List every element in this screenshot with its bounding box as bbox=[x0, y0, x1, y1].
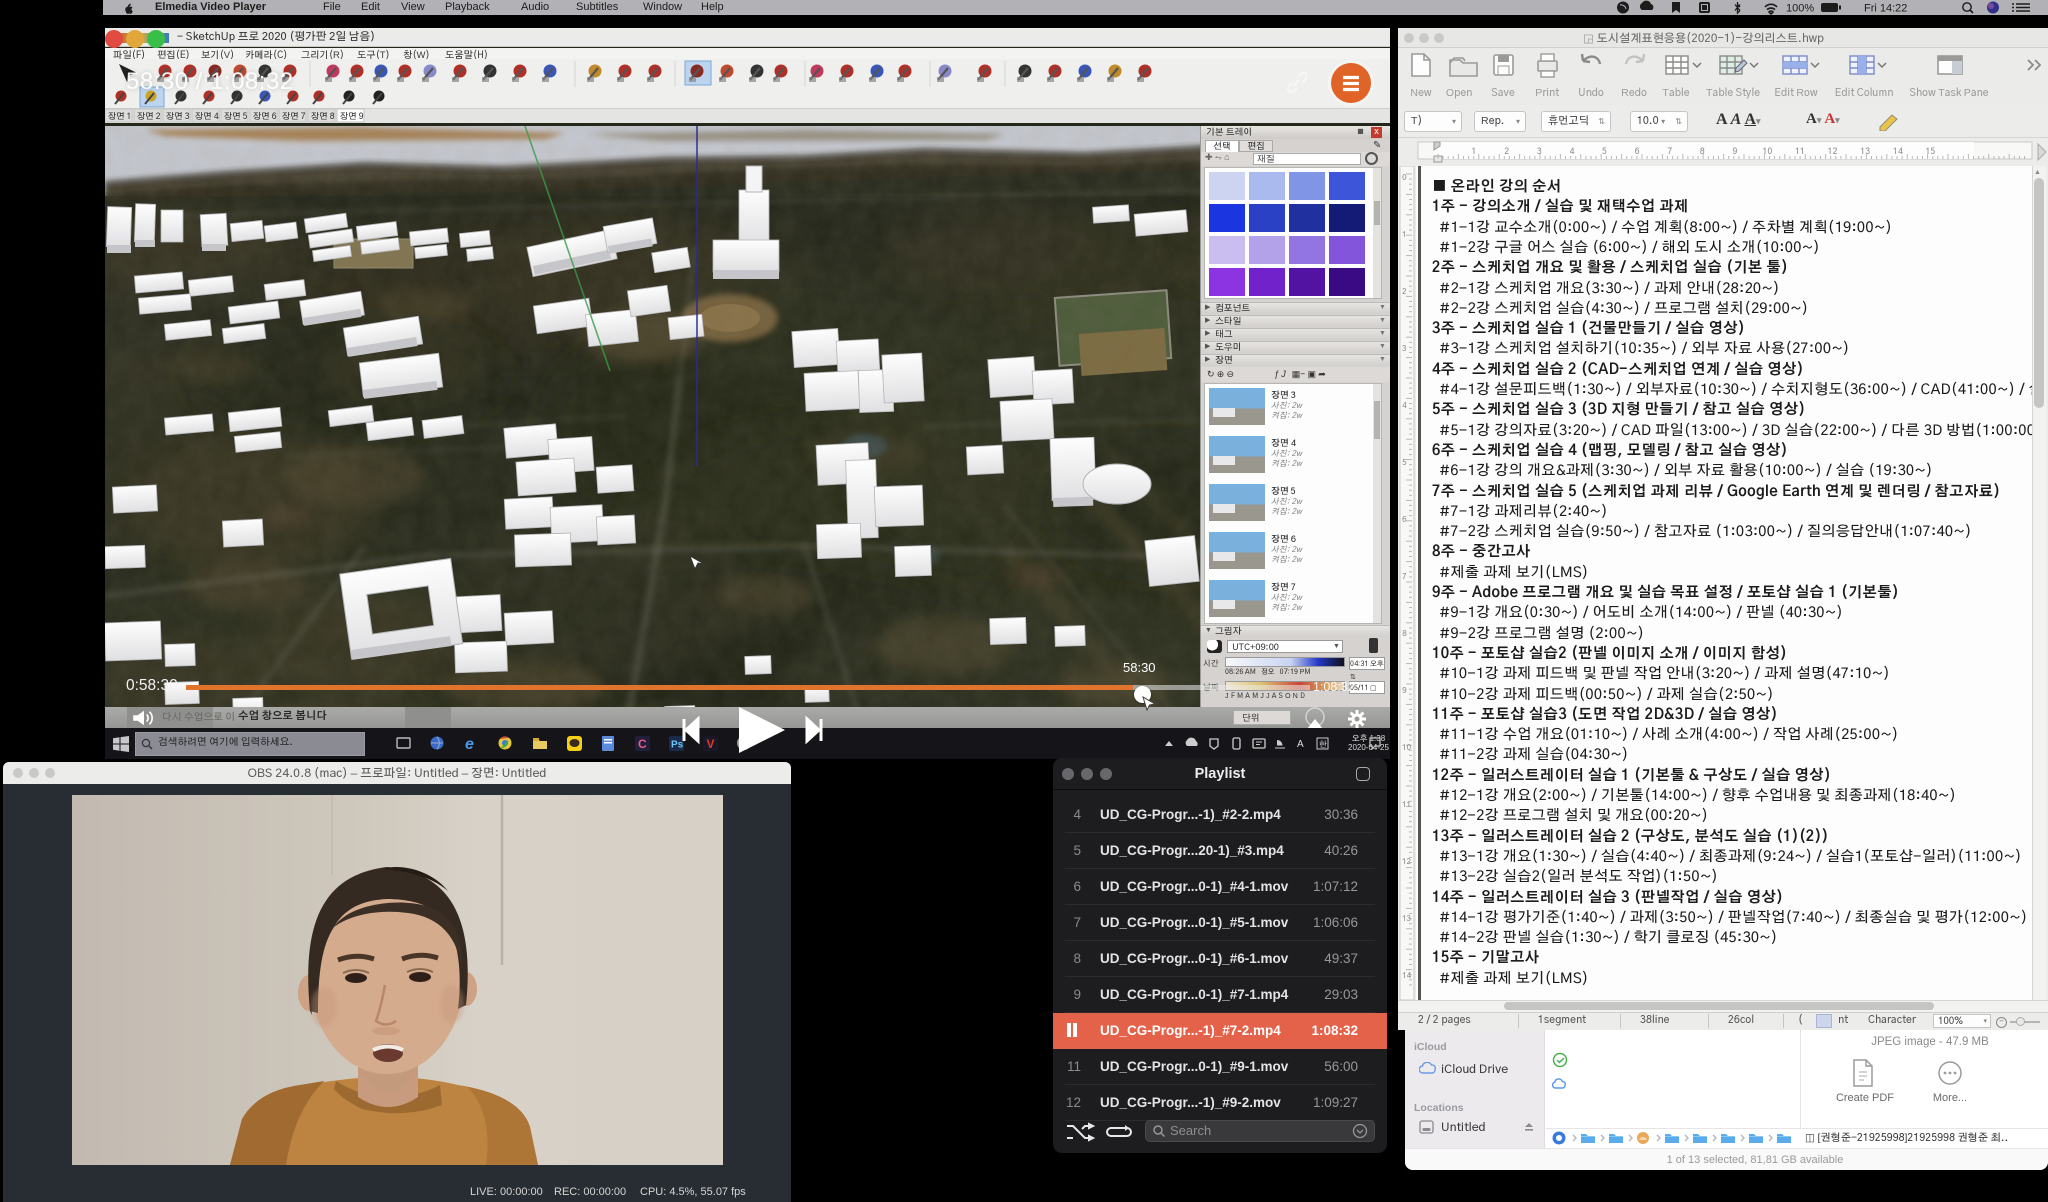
svg-text:장면 7: 장면 7 bbox=[282, 112, 305, 121]
svg-text:7: 7 bbox=[1402, 572, 1407, 581]
svg-text:장면 4: 장면 4 bbox=[195, 112, 219, 121]
svg-text:장면 8: 장면 8 bbox=[311, 112, 334, 121]
svg-text:Show Task Pane: Show Task Pane bbox=[1909, 88, 1988, 99]
svg-text:8: 8 bbox=[1700, 147, 1705, 156]
svg-text:3: 3 bbox=[1537, 147, 1542, 156]
svg-text:2: 2 bbox=[1504, 147, 1509, 156]
svg-text:Edit Row: Edit Row bbox=[1774, 88, 1817, 99]
svg-text:1: 1 bbox=[1472, 147, 1477, 156]
svg-text:New: New bbox=[1410, 88, 1431, 99]
svg-text:Undo: Undo bbox=[1578, 88, 1604, 99]
svg-text:Print: Print bbox=[1535, 88, 1559, 99]
svg-text:5: 5 bbox=[1601, 147, 1607, 156]
svg-text:A: A bbox=[1297, 739, 1304, 750]
svg-text:11: 11 bbox=[1795, 147, 1805, 156]
svg-text:Fri 14:22: Fri 14:22 bbox=[1864, 3, 1907, 15]
svg-text:장면 9: 장면 9 bbox=[340, 112, 363, 121]
svg-text:15: 15 bbox=[1926, 147, 1936, 156]
svg-text:2: 2 bbox=[1402, 287, 1407, 296]
svg-text:장면 5: 장면 5 bbox=[224, 112, 247, 121]
svg-text:12: 12 bbox=[1402, 857, 1411, 866]
svg-text:1: 1 bbox=[1402, 230, 1407, 239]
svg-text:Open: Open bbox=[1446, 88, 1472, 99]
svg-text:4: 4 bbox=[1569, 147, 1574, 156]
svg-text:9: 9 bbox=[1402, 686, 1407, 695]
svg-text:100%: 100% bbox=[1786, 3, 1814, 15]
svg-text:5: 5 bbox=[1402, 458, 1407, 467]
svg-text:한: 한 bbox=[1319, 740, 1327, 749]
svg-text:장면 1: 장면 1 bbox=[108, 112, 131, 121]
svg-text:6: 6 bbox=[1635, 147, 1640, 156]
svg-text:장면 3: 장면 3 bbox=[166, 112, 189, 121]
svg-text:12: 12 bbox=[1828, 147, 1838, 156]
svg-text:7: 7 bbox=[1667, 147, 1672, 156]
svg-text:9: 9 bbox=[1732, 147, 1737, 156]
svg-text:13: 13 bbox=[1402, 914, 1411, 923]
svg-text:Table: Table bbox=[1662, 88, 1689, 99]
svg-text:3: 3 bbox=[1402, 344, 1407, 353]
svg-text:14: 14 bbox=[1893, 147, 1903, 156]
svg-text:0: 0 bbox=[1402, 173, 1407, 182]
svg-text:10: 10 bbox=[1402, 743, 1411, 752]
svg-text:Redo: Redo bbox=[1621, 88, 1647, 99]
svg-text:Edit Column: Edit Column bbox=[1835, 88, 1893, 99]
svg-text:Table Style: Table Style bbox=[1706, 88, 1760, 99]
svg-text:4: 4 bbox=[1402, 401, 1407, 410]
svg-text:C: C bbox=[638, 737, 647, 751]
svg-text:14: 14 bbox=[1402, 971, 1412, 980]
svg-text:6: 6 bbox=[1402, 515, 1407, 524]
svg-text:장면 2: 장면 2 bbox=[137, 112, 160, 121]
svg-text:11: 11 bbox=[1402, 800, 1411, 809]
svg-text:Save: Save bbox=[1491, 88, 1515, 99]
svg-text:e: e bbox=[465, 736, 474, 753]
svg-text:8: 8 bbox=[1402, 629, 1407, 638]
svg-text:13: 13 bbox=[1860, 147, 1870, 156]
svg-text:장면 6: 장면 6 bbox=[253, 112, 276, 121]
